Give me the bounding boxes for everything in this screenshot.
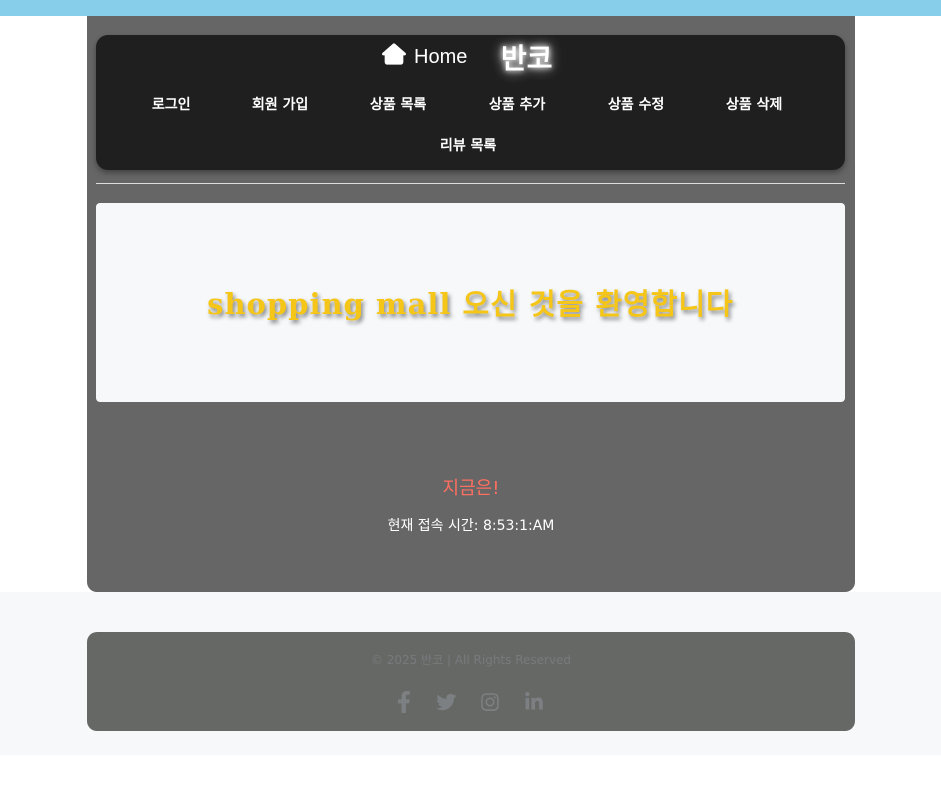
twitter-icon[interactable] — [434, 690, 458, 714]
nav-product-edit[interactable]: 상품 수정 — [608, 94, 664, 114]
instagram-icon[interactable] — [478, 690, 502, 714]
nav-signup[interactable]: 회원 가입 — [252, 94, 308, 114]
home-icon — [382, 43, 406, 71]
main-panel: Home 반코 로그인 회원 가입 상품 목록 상품 추가 상품 수정 상품 삭… — [87, 16, 855, 592]
linkedin-icon[interactable] — [522, 690, 546, 714]
welcome-text: shopping mall 오신 것을 환영합니다 — [207, 287, 734, 321]
nav-product-list[interactable]: 상품 목록 — [370, 94, 426, 114]
nav-product-add[interactable]: 상품 추가 — [489, 94, 545, 114]
home-link[interactable]: Home — [382, 43, 467, 71]
facebook-icon[interactable] — [392, 690, 416, 714]
top-bar — [0, 0, 941, 16]
site-footer: © 2025 반코 | All Rights Reserved — [87, 632, 855, 731]
nav-review-list[interactable]: 리뷰 목록 — [440, 135, 496, 155]
site-header: Home 반코 로그인 회원 가입 상품 목록 상품 추가 상품 수정 상품 삭… — [96, 35, 845, 170]
welcome-banner: shopping mall 오신 것을 환영합니다 — [96, 203, 845, 402]
nav-product-delete[interactable]: 상품 삭제 — [726, 94, 782, 114]
footer-band: © 2025 반코 | All Rights Reserved — [0, 592, 941, 755]
copyright-text: © 2025 반코 | All Rights Reserved — [370, 653, 572, 667]
home-label: Home — [414, 45, 468, 68]
nav-login[interactable]: 로그인 — [152, 94, 191, 114]
site-logo: 반코 — [501, 42, 553, 75]
header-divider — [96, 183, 845, 184]
now-label: 지금은! — [442, 478, 500, 499]
access-time: 현재 접속 시간: 8:53:1:AM — [387, 518, 555, 534]
